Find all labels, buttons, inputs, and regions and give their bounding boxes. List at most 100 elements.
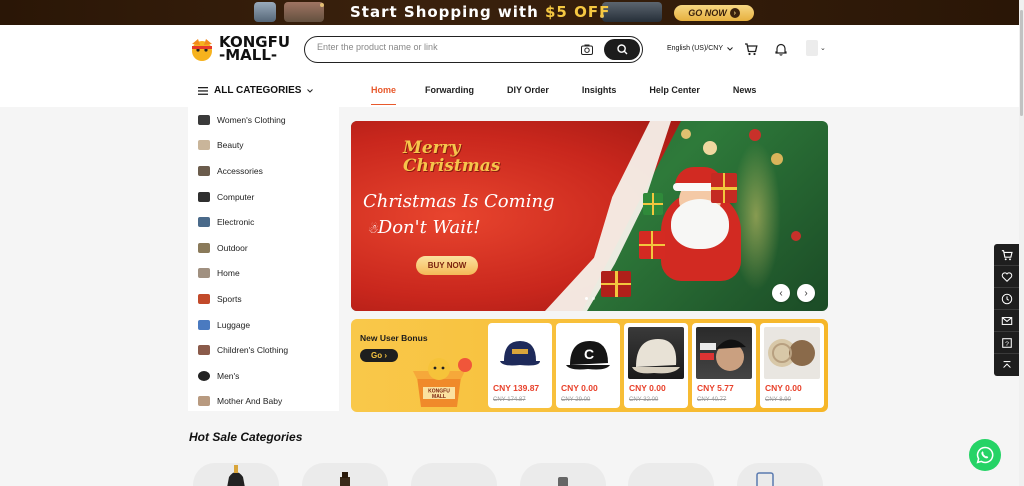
accessories-icon [198,165,210,176]
category-mens[interactable]: Men's [188,363,339,389]
camera-search-icon[interactable] [581,44,593,55]
nav-insights[interactable]: Insights [582,85,617,105]
all-categories-button[interactable]: ALL CATEGORIES [198,85,314,96]
promo-go-now-button[interactable]: GO NOW › [674,5,754,21]
product-price: CNY 0.00 [561,383,598,393]
bonus-product-card[interactable]: CNY 5.77 CNY 40.77 [692,323,756,408]
category-beauty[interactable]: Beauty [188,133,339,159]
svg-text:?: ? [1005,341,1009,348]
clock-icon [1001,293,1012,304]
mens-icon [198,370,210,381]
hero-banner[interactable]: Merry Christmas Christmas Is Coming ☃Don… [351,121,828,311]
bonus-product-card[interactable]: CNY 139.87 CNY 174.87 [488,323,552,408]
chevron-down-icon [307,88,314,93]
category-womens-clothing[interactable]: Women's Clothing [188,107,339,133]
category-accessories[interactable]: Accessories [188,158,339,184]
product-original-price: CNY 29.00 [561,397,591,403]
category-label: Beauty [217,140,244,151]
hot-sale-category-card[interactable] [411,463,497,486]
new-user-bonus: New User Bonus Go › KONGFU MALL CNY 139.… [351,319,828,412]
ornament-decor [703,141,717,155]
float-wishlist-button[interactable] [994,266,1019,288]
category-home[interactable]: Home [188,261,339,287]
logo[interactable]: KONGFU -MALL- [188,35,290,63]
product-image [696,327,752,379]
cart-icon [1001,249,1013,260]
hot-sale-title: Hot Sale Categories [189,430,303,444]
scrollbar-thumb[interactable] [1020,10,1023,116]
merry-christmas-logo: Merry Christmas [403,138,501,176]
language-currency-selector[interactable]: English (US)/CNY [667,45,733,52]
hot-sale-category-card[interactable] [628,463,714,486]
carousel-next-button[interactable]: › [797,284,815,302]
bell-icon[interactable] [774,42,788,56]
category-computer[interactable]: Computer [188,184,339,210]
beauty-icon [198,140,210,151]
category-label: Home [217,268,240,279]
mother-and-baby-icon [198,396,210,407]
avatar[interactable] [806,40,818,56]
heart-icon [1001,271,1012,282]
hot-sale-category-card[interactable] [737,463,823,486]
nav-diy-order[interactable]: DIY Order [507,85,549,105]
promo-bar[interactable]: Start Shopping with $5 OFF GO NOW › [0,0,1019,25]
electronic-icon [198,217,210,228]
float-history-button[interactable] [994,288,1019,310]
product-original-price: CNY 8.90 [765,397,791,403]
category-label: Sports [217,293,242,304]
mail-icon [1001,316,1012,325]
whatsapp-chat-button[interactable] [969,439,1001,471]
float-messages-button[interactable] [994,310,1019,332]
category-electronic[interactable]: Electronic [188,209,339,235]
search-input[interactable] [317,42,567,52]
nav-news[interactable]: News [733,85,757,105]
bonus-product-card[interactable]: CNY 0.00 CNY 32.00 [624,323,688,408]
product-image [492,327,548,379]
computer-icon [198,191,210,202]
bonus-title: New User Bonus [360,333,428,343]
carousel-dot[interactable] [592,297,595,300]
float-cart-button[interactable] [994,244,1019,266]
promo-gift-image [284,2,324,22]
category-label: Accessories [217,165,263,176]
bonus-product-card[interactable]: CNY 0.00 CNY 8.90 [760,323,824,408]
category-sports[interactable]: Sports [188,286,339,312]
category-label: Mother And Baby [217,396,283,407]
mascot-gift-box-image: KONGFU MALL [413,358,472,407]
promo-phone-image [602,2,662,22]
product-image [628,327,684,379]
hot-sale-category-card[interactable] [302,463,388,486]
sports-icon [198,293,210,304]
float-back-to-top-button[interactable] [994,354,1019,376]
nav-help-center[interactable]: Help Center [649,85,700,105]
mascot-logo-icon [192,39,212,61]
carousel-dot[interactable] [585,297,588,300]
ornament-decor [681,129,691,139]
product-price: CNY 0.00 [629,383,666,393]
buy-now-button[interactable]: BUY NOW [416,256,478,275]
promo-text: Start Shopping with $5 OFF [350,3,611,21]
float-help-button[interactable]: ? [994,332,1019,354]
whatsapp-icon [976,446,994,464]
nav-home[interactable]: Home [371,85,397,105]
bonus-product-card[interactable]: C CNY 0.00 CNY 29.00 [556,323,620,408]
carousel-prev-button[interactable]: ‹ [772,284,790,302]
hot-sale-category-card[interactable] [193,463,279,486]
ornament-decor [791,231,801,241]
category-label: Outdoor [217,242,248,253]
nav-forwarding[interactable]: Forwarding [425,85,474,105]
search-icon [616,44,627,55]
chevron-down-icon[interactable]: ⌄ [820,44,826,52]
bonus-go-button[interactable]: Go › [360,349,398,362]
category-mother-and-baby[interactable]: Mother And Baby [188,389,339,415]
hot-sale-category-card[interactable] [520,463,606,486]
page-scrollbar[interactable] [1019,0,1024,486]
product-price: CNY 139.87 [493,383,540,393]
product-original-price: CNY 174.87 [493,397,526,403]
category-outdoor[interactable]: Outdoor [188,235,339,261]
product-price: CNY 5.77 [697,383,734,393]
category-luggage[interactable]: Luggage [188,312,339,338]
search-button[interactable] [604,39,640,60]
category-childrens-clothing[interactable]: Children's Clothing [188,337,339,363]
cart-icon[interactable] [744,42,758,56]
